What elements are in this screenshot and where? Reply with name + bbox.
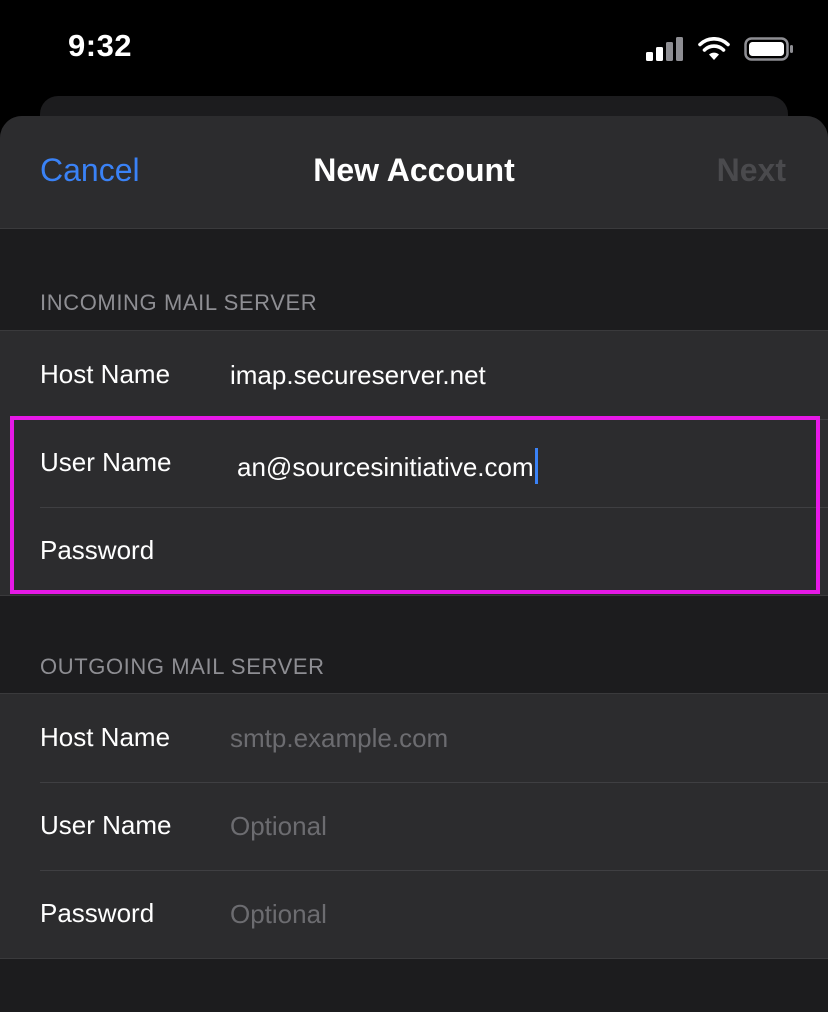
incoming-host-field[interactable]: imap.secureserver.net [230, 360, 486, 391]
incoming-server-group: Host Name imap.secureserver.net User Nam… [0, 330, 828, 596]
next-button[interactable]: Next [717, 152, 786, 189]
status-time: 9:32 [68, 28, 133, 63]
incoming-password-row[interactable]: Password [0, 507, 828, 595]
battery-icon [744, 37, 793, 61]
incoming-user-row[interactable]: User Name an@sourcesinitiative.com [0, 419, 828, 507]
incoming-user-field[interactable]: an@sourcesinitiative.com [237, 448, 538, 484]
incoming-user-value: an@sourcesinitiative.com [237, 452, 534, 482]
navigation-bar: Cancel New Account Next [0, 116, 828, 229]
cancel-button[interactable]: Cancel [40, 152, 140, 189]
incoming-host-row[interactable]: Host Name imap.secureserver.net [0, 331, 828, 419]
outgoing-server-group: Host Name smtp.example.com User Name Opt… [0, 693, 828, 959]
outgoing-password-field[interactable]: Optional [230, 899, 327, 930]
outgoing-host-row[interactable]: Host Name smtp.example.com [0, 694, 828, 782]
new-account-sheet: Cancel New Account Next INCOMING MAIL SE… [0, 116, 828, 1012]
outgoing-section-header: OUTGOING MAIL SERVER [40, 654, 325, 679]
screen: 9:32 Cancel New Account Next INCOMING MA… [0, 0, 828, 1012]
outgoing-host-field[interactable]: smtp.example.com [230, 723, 448, 754]
text-cursor [534, 448, 538, 484]
outgoing-password-row[interactable]: Password Optional [0, 870, 828, 958]
incoming-user-label: User Name [40, 447, 172, 477]
signal-icon [646, 37, 683, 61]
outgoing-user-field[interactable]: Optional [230, 811, 327, 842]
status-icons [646, 36, 794, 62]
incoming-section-header: INCOMING MAIL SERVER [40, 290, 318, 315]
wifi-icon [698, 37, 730, 60]
outgoing-password-label: Password [40, 898, 155, 928]
outgoing-user-row[interactable]: User Name Optional [0, 782, 828, 870]
status-bar: 9:32 [0, 0, 828, 96]
outgoing-host-label: Host Name [40, 722, 171, 752]
incoming-password-label: Password [40, 535, 155, 565]
outgoing-user-label: User Name [40, 810, 172, 840]
incoming-host-label: Host Name [40, 359, 171, 389]
